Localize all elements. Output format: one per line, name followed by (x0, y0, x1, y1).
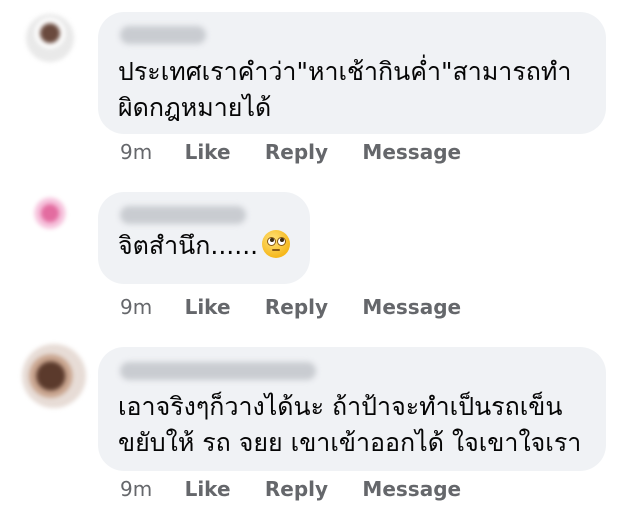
comment-timestamp[interactable]: 9m (120, 139, 152, 165)
message-button[interactable]: Message (362, 476, 461, 502)
comment-actions: 9m Like Reply Message (120, 476, 489, 502)
comment-timestamp[interactable]: 9m (120, 476, 152, 502)
comment-text: จิตสำนึก...... (118, 228, 291, 264)
reply-button[interactable]: Reply (265, 139, 328, 165)
comment-text-line: ประเทศเราคำว่า"หาเช้ากินค่ำ"สามารถทำ (118, 57, 572, 86)
reply-button[interactable]: Reply (265, 294, 328, 320)
commenter-name-blurred[interactable] (120, 362, 316, 380)
message-button[interactable]: Message (362, 139, 461, 165)
like-button[interactable]: Like (185, 139, 231, 165)
comment-text-line: เอาจริงๆก็วางได้นะ ถ้าป้าจะทำเป็นรถเข็น (118, 392, 563, 421)
like-button[interactable]: Like (185, 294, 231, 320)
avatar[interactable] (22, 344, 86, 408)
like-button[interactable]: Like (185, 476, 231, 502)
avatar[interactable] (26, 14, 74, 62)
face-with-rolling-eyes-icon (262, 230, 291, 258)
message-button[interactable]: Message (362, 294, 461, 320)
avatar[interactable] (24, 188, 74, 244)
comment-actions: 9m Like Reply Message (120, 139, 489, 165)
commenter-name-blurred[interactable] (120, 26, 206, 44)
reply-button[interactable]: Reply (265, 476, 328, 502)
comment-text-line: ผิดกฎหมายได้ (118, 93, 272, 122)
comment-text: ประเทศเราคำว่า"หาเช้ากินค่ำ"สามารถทำ ผิด… (118, 54, 571, 126)
comment-text-line: ขยับให้ รถ จยย เขาเข้าออกได้ ใจเขาใจเรา (118, 428, 582, 457)
commenter-name-blurred[interactable] (120, 206, 246, 224)
comment-timestamp[interactable]: 9m (120, 294, 152, 320)
comment-text: เอาจริงๆก็วางได้นะ ถ้าป้าจะทำเป็นรถเข็น … (118, 389, 581, 461)
comment-text-line: จิตสำนึก...... (118, 231, 259, 260)
comment-thread: ประเทศเราคำว่า"หาเช้ากินค่ำ"สามารถทำ ผิด… (0, 0, 628, 519)
comment-actions: 9m Like Reply Message (120, 294, 489, 320)
